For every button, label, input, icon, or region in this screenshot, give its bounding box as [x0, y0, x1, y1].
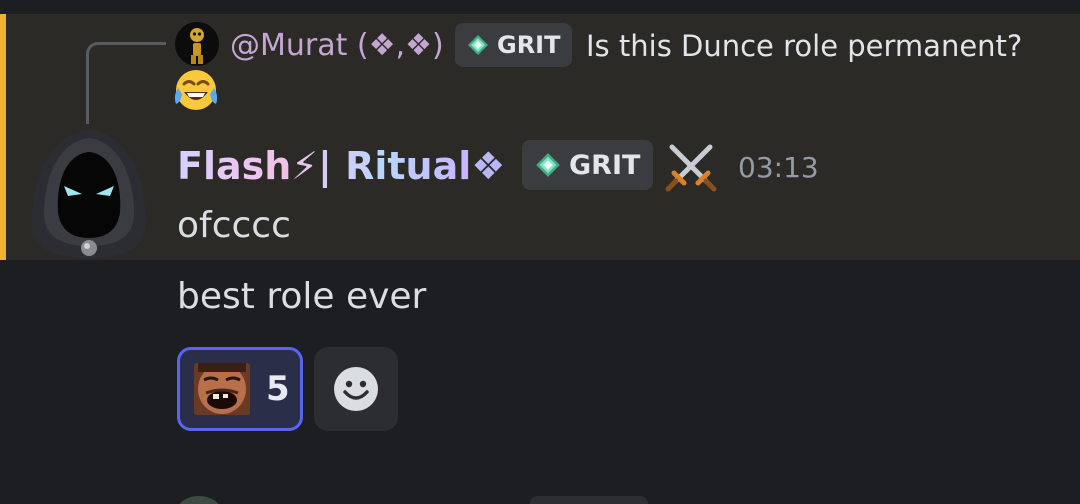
reply-role-tag[interactable]: GRIT [455, 23, 573, 67]
gem-icon [536, 153, 560, 177]
face-with-tears-of-joy-icon [174, 70, 218, 110]
reply-role-tag-label: GRIT [497, 31, 561, 59]
next-message-avatar[interactable] [177, 496, 221, 504]
author-name[interactable]: Flash⚡| Ritual❖ [177, 143, 505, 189]
author-name-text: Flash⚡| Ritual [177, 144, 472, 188]
reaction-button[interactable]: 5 [177, 347, 303, 431]
author-role-tag-label: GRIT [569, 149, 641, 181]
gem-icon [468, 35, 488, 55]
laughing-man-emoji-icon [194, 363, 250, 415]
reply-avatar[interactable] [175, 22, 219, 66]
reply-text[interactable]: Is this Dunce role permanent? [586, 26, 1022, 66]
previous-message-edge [0, 0, 1080, 14]
crossed-swords-icon[interactable] [664, 139, 718, 193]
message-line: best role ever [177, 276, 427, 317]
reply-author[interactable]: @Murat (❖,❖) [230, 26, 444, 66]
reply-spine [86, 42, 166, 124]
next-message-tag[interactable] [530, 496, 648, 504]
author-name-suffix: ❖ [471, 144, 506, 188]
reaction-count: 5 [266, 369, 290, 409]
author-avatar[interactable] [22, 126, 156, 260]
add-reaction-button[interactable] [314, 347, 398, 431]
mention-highlight-bar [0, 14, 6, 260]
chat-view: @Murat (❖,❖) GRIT Is this Dunce role per… [0, 0, 1080, 504]
author-role-tag[interactable]: GRIT [522, 140, 654, 190]
message-timestamp[interactable]: 03:13 [738, 150, 819, 186]
message-line: ofcccc [177, 205, 291, 246]
smiley-icon [334, 367, 378, 411]
